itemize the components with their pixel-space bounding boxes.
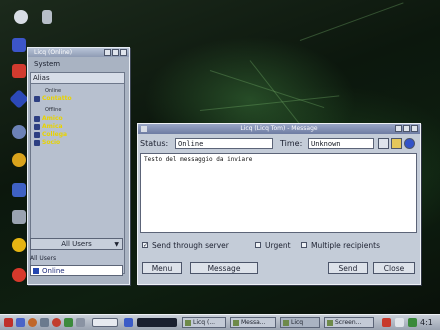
contact-item[interactable]: Amica: [42, 123, 63, 130]
chevron-down-icon: ▼: [114, 241, 119, 248]
network-icon[interactable]: [12, 38, 26, 52]
send-through-server-label[interactable]: Send through server: [152, 240, 229, 251]
pager-widget[interactable]: [92, 318, 118, 327]
status-label: Status:: [140, 139, 169, 148]
home-icon[interactable]: [14, 10, 28, 24]
task-icon: [327, 320, 333, 326]
launcher-icon[interactable]: [40, 318, 49, 327]
taskbar-item-active[interactable]: Licq: [280, 317, 320, 328]
tray-icon[interactable]: [382, 318, 391, 327]
printer-icon[interactable]: [12, 210, 26, 224]
taskbar-item[interactable]: Screen...: [324, 317, 374, 328]
message-type-label: Message: [207, 264, 241, 273]
minimize-button[interactable]: [104, 49, 111, 56]
contact-item[interactable]: Amico: [42, 115, 63, 122]
gear-icon[interactable]: [12, 125, 26, 139]
group-label: All Users: [30, 255, 57, 262]
message-title: Licq (Licq Tom) - Message: [240, 125, 318, 132]
taskbar-item-label: Licq (...: [193, 319, 216, 326]
close-button[interactable]: [411, 125, 418, 132]
taskbar-item[interactable]: Licq (...: [182, 317, 226, 328]
group-filter-dropdown[interactable]: All Users ▼: [30, 238, 123, 250]
group-filter-value: All Users: [61, 240, 92, 248]
task-icon: [233, 320, 239, 326]
launcher-icon[interactable]: [16, 318, 25, 327]
wallpaper-detail: [199, 95, 340, 111]
clock: 4:1: [420, 318, 433, 327]
multiple-recipients-checkbox[interactable]: [301, 242, 307, 248]
launcher-icon[interactable]: [52, 318, 61, 327]
user-info-button[interactable]: [391, 138, 402, 149]
taskbar: Licq (... Messa... Licq Screen... 4:1: [0, 314, 440, 330]
contact-item[interactable]: Contatto: [42, 95, 72, 102]
trash-icon[interactable]: [42, 10, 52, 24]
send-options: ✓ Send through server Urgent Multiple re…: [142, 240, 418, 252]
contact-status-icon: [34, 96, 40, 102]
message-body-input[interactable]: Testo del messaggio da inviare: [140, 153, 417, 233]
task-icon: [185, 320, 191, 326]
status-field: Online: [175, 138, 273, 149]
contact-status-icon: [34, 124, 40, 130]
menu-button-label: Menu: [151, 264, 173, 273]
globe-icon[interactable]: [12, 153, 26, 167]
online-status-icon: [33, 268, 39, 274]
group-offline-label: Offline: [45, 107, 62, 113]
lifebuoy-icon[interactable]: [12, 268, 26, 282]
send-button-label: Send: [338, 264, 358, 273]
multiple-recipients-label[interactable]: Multiple recipients: [311, 240, 380, 251]
sun-icon[interactable]: [12, 238, 26, 252]
tray-icon[interactable]: [408, 318, 417, 327]
contact-status-icon: [34, 140, 40, 146]
book-icon[interactable]: [12, 183, 26, 197]
message-type-button[interactable]: Message: [190, 262, 258, 274]
wallpaper-detail: [249, 60, 306, 132]
contact-status-icon: [34, 132, 40, 138]
launcher-icon[interactable]: [64, 318, 73, 327]
desktop-pager[interactable]: [137, 318, 177, 327]
status-selector[interactable]: Online: [30, 265, 123, 276]
taskbar-item-label: Licq: [291, 319, 304, 326]
start-menu-icon[interactable]: [4, 318, 13, 327]
contact-item[interactable]: Socio: [42, 139, 60, 146]
contact-item[interactable]: Collega: [42, 131, 67, 138]
minimize-button[interactable]: [395, 125, 402, 132]
close-button-label: Close: [383, 264, 405, 273]
taskbar-item-label: Screen...: [335, 319, 362, 326]
contact-status-icon: [34, 116, 40, 122]
taskbar-item[interactable]: Messa...: [230, 317, 276, 328]
history-button[interactable]: [378, 138, 389, 149]
info-button[interactable]: [404, 138, 415, 149]
star-icon[interactable]: [12, 64, 26, 78]
system-menu[interactable]: System: [30, 59, 127, 69]
window-menu-icon[interactable]: [141, 126, 147, 132]
menu-button[interactable]: Menu: [142, 262, 182, 274]
time-field: Unknown: [308, 138, 374, 149]
group-online-label: Online: [45, 88, 62, 94]
send-button[interactable]: Send: [328, 262, 368, 274]
launcher-icon[interactable]: [28, 318, 37, 327]
licq-window: Licq (Online) System Alias Online Contat…: [27, 47, 130, 285]
alias-column-header[interactable]: Alias: [31, 73, 124, 84]
taskbar-item-label: Messa...: [241, 319, 266, 326]
licq-titlebar[interactable]: Licq (Online): [28, 48, 129, 57]
wallpaper-detail: [299, 2, 404, 41]
maximize-button[interactable]: [112, 49, 119, 56]
desktop-switch-icon[interactable]: [124, 318, 133, 327]
status-value: Online: [42, 267, 65, 275]
contact-info-row: Status: Online Time: Unknown: [140, 138, 418, 150]
close-message-button[interactable]: Close: [373, 262, 415, 274]
launcher-icon[interactable]: [76, 318, 85, 327]
licq-title: Licq (Online): [34, 49, 73, 56]
time-label: Time:: [280, 139, 303, 148]
tray-icon[interactable]: [395, 318, 404, 327]
message-titlebar[interactable]: Licq (Licq Tom) - Message: [138, 124, 420, 134]
task-icon: [283, 320, 289, 326]
message-window: Licq (Licq Tom) - Message Status: Online…: [137, 123, 421, 285]
urgent-checkbox[interactable]: [255, 242, 261, 248]
maximize-button[interactable]: [403, 125, 410, 132]
urgent-label[interactable]: Urgent: [265, 240, 291, 251]
close-button[interactable]: [120, 49, 127, 56]
send-through-server-checkbox[interactable]: ✓: [142, 242, 148, 249]
